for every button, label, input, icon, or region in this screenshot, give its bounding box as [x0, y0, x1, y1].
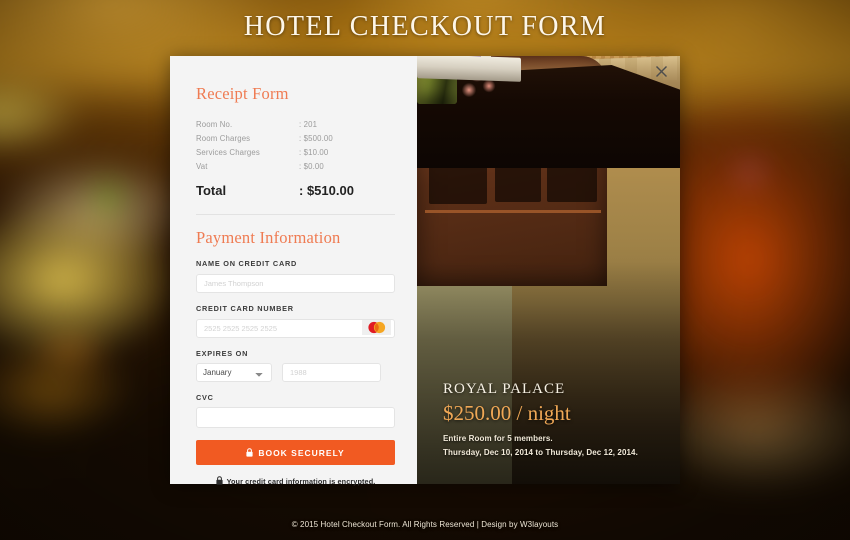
- room-name: ROYAL PALACE: [443, 381, 566, 397]
- receipt-total-value: : $510.00: [299, 182, 354, 198]
- checkout-modal: Receipt Form Room No. : 201 Room Charges…: [170, 56, 680, 487]
- room-occupancy: Entire Room for 5 members.: [443, 434, 553, 443]
- close-icon[interactable]: [650, 62, 672, 84]
- encryption-note: Your credit card information is encrypte…: [196, 476, 395, 487]
- expires-on-label: EXPIRES ON: [196, 349, 249, 359]
- expires-on-field-group: EXPIRES ON January: [196, 349, 395, 383]
- receipt-value: : $10.00: [299, 147, 329, 157]
- table-row: Room No. : 201: [196, 117, 395, 131]
- expires-on-row: January: [196, 363, 395, 383]
- encryption-note-text: Your credit card information is encrypte…: [226, 477, 376, 487]
- receipt-label: Room Charges: [196, 133, 251, 143]
- receipt-total-row: Total : $510.00: [196, 174, 395, 201]
- room-dates: Thursday, Dec 10, 2014 to Thursday, Dec …: [443, 448, 638, 457]
- receipt-total-label: Total: [196, 182, 227, 198]
- payment-information-title: Payment Information: [196, 228, 341, 248]
- cvc-field-group: CVC: [196, 393, 395, 429]
- table-row: Vat : $0.00: [196, 160, 395, 174]
- page-footer: © 2015 Hotel Checkout Form. All Rights R…: [0, 514, 850, 532]
- room-price: $250.00 / night: [443, 401, 571, 425]
- expiry-year-input[interactable]: [282, 363, 381, 383]
- table-row: Services Charges : $10.00: [196, 145, 395, 159]
- receipt-form-title: Receipt Form: [196, 84, 289, 103]
- section-divider: [196, 214, 395, 216]
- card-number-label: CREDIT CARD NUMBER: [196, 304, 294, 314]
- receipt-value: : 201: [299, 119, 318, 129]
- name-on-card-field-group: NAME ON CREDIT CARD: [196, 259, 395, 294]
- receipt-value: : $500.00: [299, 133, 333, 143]
- table-row: Room Charges : $500.00: [196, 131, 395, 145]
- cvc-input[interactable]: [196, 407, 395, 429]
- book-securely-button[interactable]: BOOK SECURELY: [196, 440, 395, 466]
- expiry-month-select[interactable]: January: [196, 363, 272, 383]
- mastercard-icon: [362, 320, 391, 336]
- name-on-card-input[interactable]: [196, 274, 395, 294]
- book-securely-label: BOOK SECURELY: [258, 447, 345, 458]
- card-number-field-group: CREDIT CARD NUMBER: [196, 304, 395, 339]
- footer-text: © 2015 Hotel Checkout Form. All Rights R…: [291, 520, 559, 529]
- receipt-label: Room No.: [196, 119, 233, 129]
- page-title: HOTEL CHECKOUT FORM: [243, 11, 607, 42]
- receipt-value: : $0.00: [299, 162, 324, 172]
- page-header: HOTEL CHECKOUT FORM: [0, 0, 850, 54]
- cvc-label: CVC: [196, 393, 214, 403]
- receipt-label: Services Charges: [196, 147, 260, 157]
- room-photo-panel: ROYAL PALACE $250.00 / night Entire Room…: [417, 56, 680, 484]
- name-on-card-label: NAME ON CREDIT CARD: [196, 259, 298, 269]
- receipt-label: Vat: [196, 162, 208, 172]
- checkout-form-panel: Receipt Form Room No. : 201 Room Charges…: [170, 56, 417, 487]
- lock-icon: [246, 448, 253, 457]
- lock-icon: [215, 476, 223, 487]
- card-number-row: [196, 318, 395, 339]
- receipt-table: Room No. : 201 Room Charges : $500.00 Se…: [196, 117, 395, 200]
- room-info-block: ROYAL PALACE $250.00 / night Entire Room…: [443, 381, 666, 460]
